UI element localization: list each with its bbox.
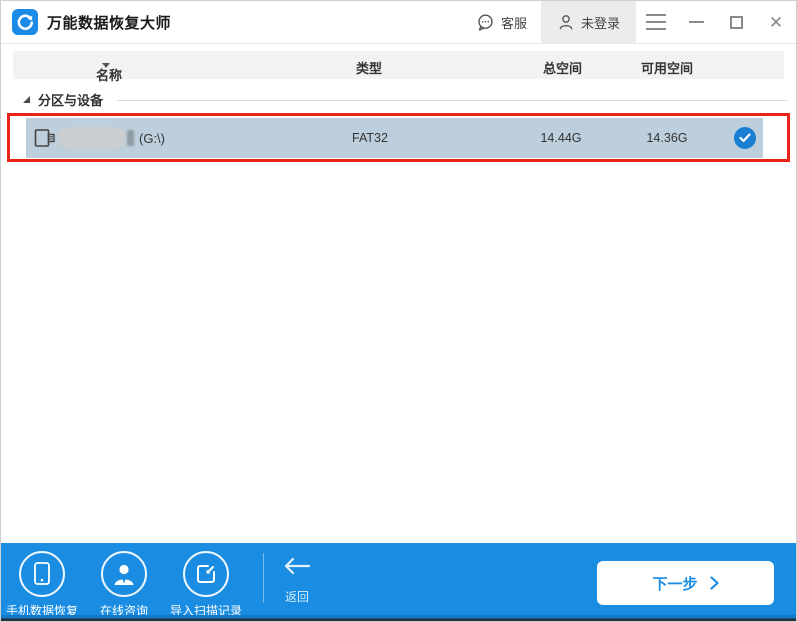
column-header-type: 类型 [356, 58, 382, 77]
drive-letter-label: (G:\) [139, 131, 165, 146]
action-phone-recovery[interactable]: 手机数据恢复 [1, 548, 83, 619]
login-button[interactable]: 未登录 [541, 1, 636, 43]
device-row-g-drive[interactable]: (G:\) FAT32 14.44G 14.36G [26, 118, 763, 158]
back-label: 返回 [285, 588, 309, 605]
back-button[interactable]: 返回 [275, 557, 319, 605]
maximize-button[interactable] [716, 1, 756, 43]
column-header-name-label: 名称 [96, 65, 122, 84]
minimize-icon [689, 21, 704, 23]
support-button[interactable]: 客服 [462, 1, 541, 43]
table-header: 名称 类型 总空间 可用空间 [13, 51, 784, 79]
window-bottom-edge [1, 615, 796, 621]
column-header-free: 可用空间 [641, 58, 693, 77]
section-divider [117, 100, 788, 101]
section-partitions-devices[interactable]: 分区与设备 [13, 90, 788, 108]
login-label: 未登录 [581, 13, 620, 32]
cell-total-space: 14.44G [531, 131, 591, 145]
cell-filesystem-type: FAT32 [346, 131, 394, 145]
import-icon [183, 551, 229, 597]
user-icon [557, 13, 575, 31]
check-icon [739, 133, 751, 143]
app-title: 万能数据恢复大师 [47, 12, 171, 33]
chat-bubble-icon [476, 13, 495, 32]
phone-icon [19, 551, 65, 597]
action-import-scan-record[interactable]: 导入扫描记录 [165, 548, 247, 619]
cell-free-space: 14.36G [637, 131, 697, 145]
removable-drive-icon [34, 128, 56, 148]
menu-button[interactable] [636, 1, 676, 43]
next-step-label: 下一步 [652, 573, 697, 594]
back-arrow-icon [283, 557, 311, 575]
row-selected-checkbox[interactable] [734, 127, 756, 149]
close-icon: ✕ [769, 14, 783, 31]
consult-person-icon [101, 551, 147, 597]
app-window: 万能数据恢复大师 客服 未登录 [0, 0, 797, 622]
next-chevron-icon [710, 576, 719, 590]
minimize-button[interactable] [676, 1, 716, 43]
support-label: 客服 [501, 13, 527, 32]
toolbar-actions: 手机数据恢复 在线咨询 [1, 548, 247, 619]
bottom-toolbar: 手机数据恢复 在线咨询 [1, 543, 796, 621]
redacted-drive-name-fragment [127, 130, 134, 146]
next-step-button[interactable]: 下一步 [597, 561, 774, 605]
column-header-total: 总空间 [543, 58, 582, 77]
column-header-name[interactable]: 名称 [96, 58, 110, 73]
close-button[interactable]: ✕ [756, 1, 796, 43]
section-collapse-icon [23, 96, 30, 103]
section-label: 分区与设备 [38, 90, 103, 109]
app-logo-icon [12, 9, 38, 35]
maximize-icon [730, 16, 743, 29]
action-online-consult[interactable]: 在线咨询 [83, 548, 165, 619]
hamburger-menu-icon [646, 14, 666, 30]
toolbar-divider [263, 553, 264, 603]
redacted-drive-name [57, 127, 127, 149]
titlebar: 万能数据恢复大师 客服 未登录 [1, 1, 796, 44]
